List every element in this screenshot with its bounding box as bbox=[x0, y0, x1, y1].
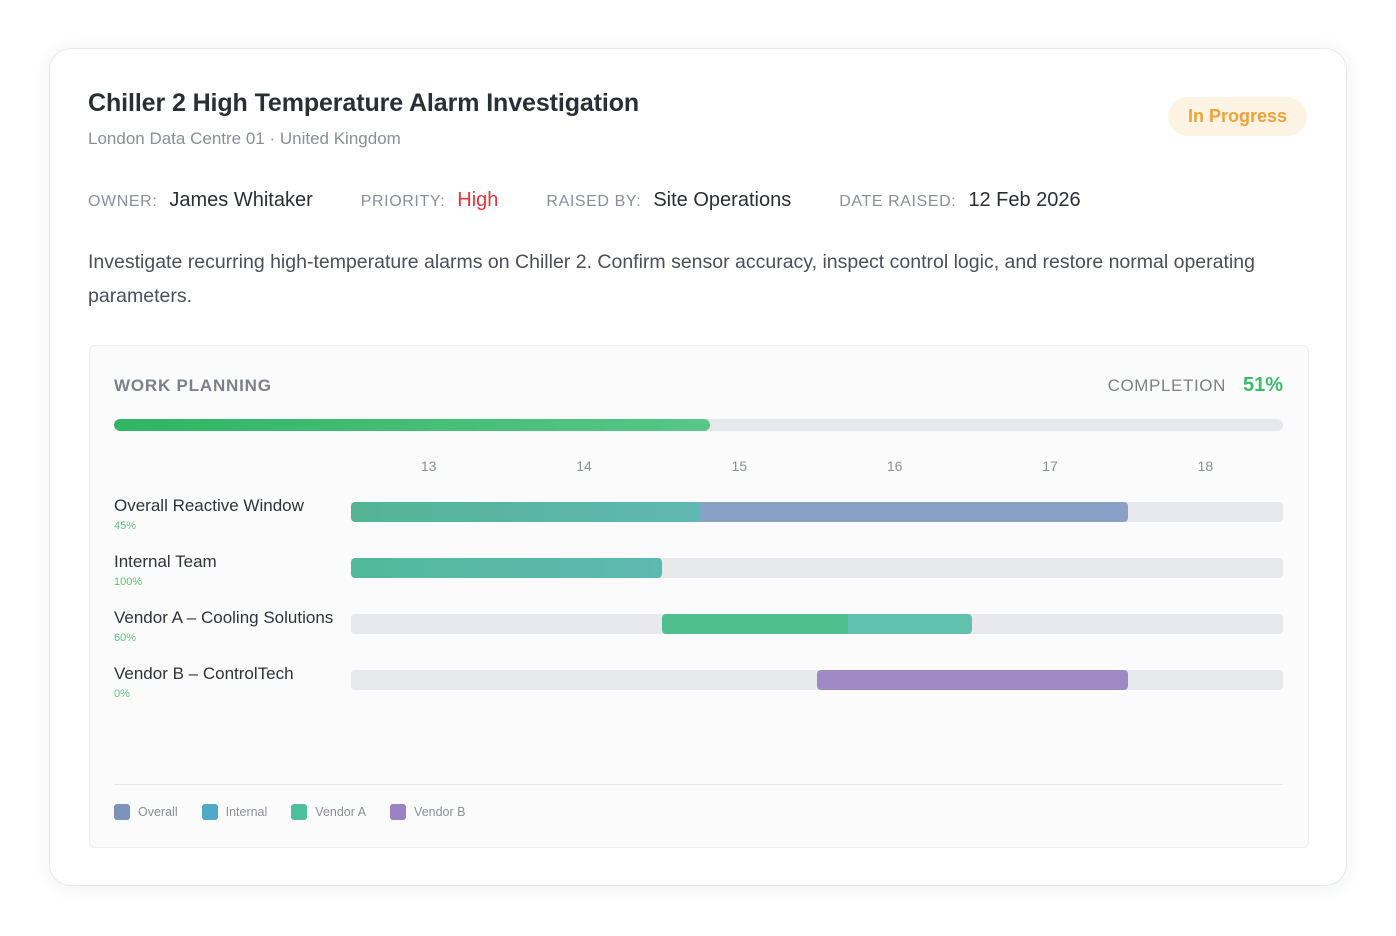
gantt-row-track bbox=[351, 502, 1283, 522]
gantt-bar[interactable] bbox=[817, 670, 1128, 690]
gantt-row-name: Vendor B – ControlTech bbox=[114, 664, 294, 683]
completion: COMPLETION 51% bbox=[1108, 374, 1283, 397]
legend-label: Overall bbox=[138, 805, 178, 819]
legend-swatch bbox=[291, 804, 308, 820]
priority-label: PRIORITY: bbox=[360, 193, 446, 210]
gantt-row[interactable]: Internal Team 100% bbox=[114, 552, 1283, 600]
legend-label: Internal bbox=[225, 805, 268, 819]
work-planning-panel: WORK PLANNING COMPLETION 51% 13 14 15 16 17 1… bbox=[89, 345, 1309, 848]
completion-value: 51% bbox=[1242, 374, 1283, 396]
gantt-row-name: Vendor A – Cooling Solutions bbox=[114, 608, 334, 627]
work-planning-title: WORK PLANNING bbox=[114, 376, 272, 395]
raised-by-value: Site Operations bbox=[653, 189, 792, 211]
completion-progress-track bbox=[114, 419, 1283, 431]
task-meta: OWNER: James Whitaker PRIORITY: High RAI… bbox=[88, 189, 1129, 212]
legend-swatch bbox=[390, 804, 407, 820]
completion-label: COMPLETION bbox=[1107, 376, 1226, 395]
legend-label: Vendor B bbox=[414, 805, 466, 819]
gantt-row-track bbox=[351, 614, 1283, 634]
legend-item[interactable]: Internal bbox=[201, 804, 268, 820]
legend-label: Vendor A bbox=[315, 805, 367, 819]
raised-by-label: RAISED BY: bbox=[546, 193, 642, 210]
gantt-row-progress: 100% bbox=[114, 576, 143, 588]
legend-item[interactable]: Vendor B bbox=[390, 804, 465, 820]
gantt-row-progress: 45% bbox=[114, 520, 137, 532]
gantt-row-track bbox=[351, 670, 1283, 690]
axis-tick: 14 bbox=[576, 458, 592, 474]
gantt-row-track bbox=[351, 558, 1283, 578]
gantt-row[interactable]: Vendor A – Cooling Solutions 60% bbox=[114, 608, 1283, 656]
axis-tick: 18 bbox=[1197, 458, 1214, 474]
legend-item[interactable]: Vendor A bbox=[291, 804, 366, 820]
gantt-bar[interactable] bbox=[661, 614, 973, 634]
owner-value: James Whitaker bbox=[169, 189, 313, 211]
gantt-row-progress: 60% bbox=[114, 632, 137, 644]
date-raised-value: 12 Feb 2026 bbox=[968, 189, 1081, 211]
chart-legend: Overall Internal Vendor A Vendor B bbox=[114, 804, 489, 820]
gantt-row[interactable]: Vendor B – ControlTech 0% bbox=[114, 664, 1283, 712]
gantt-bar[interactable] bbox=[351, 558, 662, 578]
axis-tick: 15 bbox=[731, 458, 748, 474]
axis-tick: 13 bbox=[420, 458, 437, 474]
meta-priority: PRIORITY: High bbox=[361, 189, 499, 212]
completion-progress-fill bbox=[114, 419, 711, 431]
task-card: Chiller 2 High Temperature Alarm Investi… bbox=[49, 48, 1347, 886]
axis-tick: 16 bbox=[886, 458, 903, 474]
meta-owner: OWNER: James Whitaker bbox=[88, 189, 313, 212]
date-raised-label: DATE RAISED: bbox=[839, 193, 957, 210]
meta-date-raised: DATE RAISED: 12 Feb 2026 bbox=[839, 189, 1080, 212]
legend-swatch bbox=[201, 804, 218, 820]
legend-item[interactable]: Overall bbox=[114, 804, 178, 820]
task-title: Chiller 2 High Temperature Alarm Investi… bbox=[88, 89, 640, 117]
gantt-row-progress: 0% bbox=[114, 688, 130, 700]
gantt-row-name: Overall Reactive Window bbox=[114, 496, 304, 515]
owner-label: OWNER: bbox=[88, 193, 158, 210]
meta-raised-by: RAISED BY: Site Operations bbox=[546, 189, 791, 212]
gantt-row[interactable]: Overall Reactive Window 45% bbox=[114, 496, 1283, 544]
axis-tick: 17 bbox=[1042, 458, 1058, 474]
gantt-bar[interactable] bbox=[351, 502, 1128, 522]
legend-swatch bbox=[114, 804, 130, 820]
task-description: Investigate recurring high-temperature a… bbox=[88, 251, 1255, 307]
priority-value: High bbox=[457, 189, 499, 211]
timeline-axis: 13 14 15 16 17 18 bbox=[351, 458, 1283, 478]
status-badge[interactable]: In Progress bbox=[1167, 97, 1307, 136]
gantt-row-name: Internal Team bbox=[114, 552, 217, 571]
legend-divider bbox=[114, 784, 1283, 785]
task-location: London Data Centre 01 · United Kingdom bbox=[88, 129, 401, 148]
